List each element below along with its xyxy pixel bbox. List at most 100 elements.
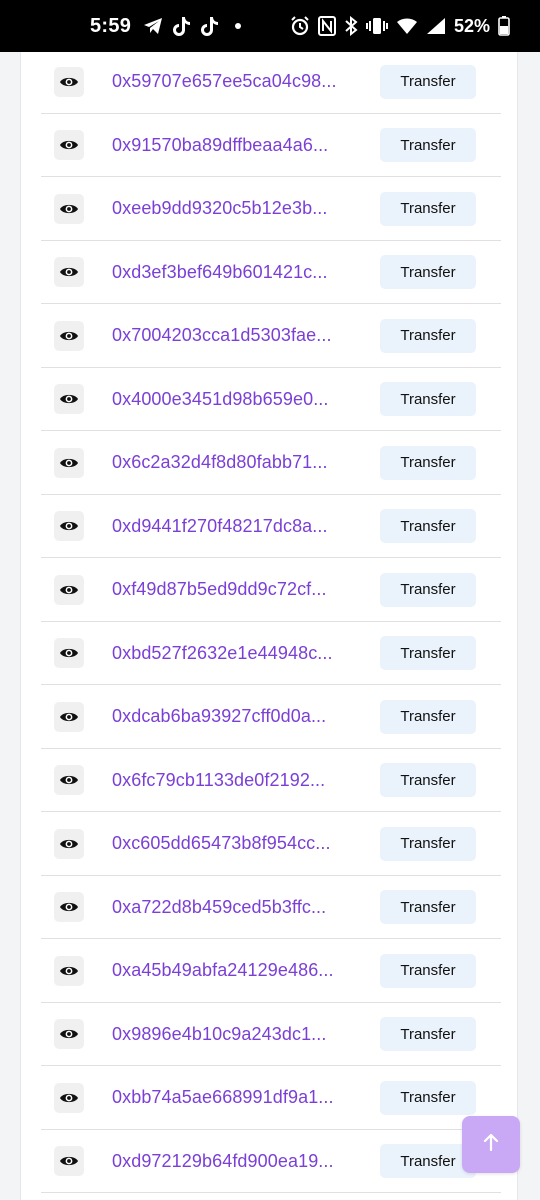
address-link[interactable]: 0xc605dd65473b8f954cc... <box>112 833 357 854</box>
list-item: 0xeeb9dd9320c5b12e3b... Transfer <box>41 178 501 241</box>
address-link[interactable]: 0xa722d8b459ced5b3ffc... <box>112 897 357 918</box>
transfer-button[interactable]: Transfer <box>380 953 476 988</box>
transfer-button[interactable]: Transfer <box>380 382 476 416</box>
transfer-button[interactable]: Transfer <box>380 509 476 543</box>
list-item: 0x4000e3451d98b659e0... Transfer <box>41 368 501 431</box>
view-button[interactable] <box>54 1082 84 1113</box>
list-item: 0xc605dd65473b8f954cc... Transfer <box>41 813 501 876</box>
address-link[interactable]: 0x59707e657ee5ca04c98... <box>112 71 357 92</box>
transfer-button[interactable]: Transfer <box>380 1080 476 1115</box>
transfer-button[interactable]: Transfer <box>380 636 476 670</box>
view-button[interactable] <box>54 257 84 287</box>
eye-icon <box>59 900 79 914</box>
list-item: 0x59707e657ee5ca04c98... Transfer <box>41 52 501 114</box>
view-button[interactable] <box>54 638 84 668</box>
eye-icon <box>59 583 79 597</box>
wifi-icon <box>396 17 418 35</box>
list-item: 0xd3ef3bef649b601421c... Transfer <box>41 241 501 304</box>
address-link[interactable]: 0xbb74a5ae668991df9a1... <box>112 1087 357 1108</box>
transfer-button[interactable]: Transfer <box>380 1017 476 1051</box>
transfer-button[interactable]: Transfer <box>380 445 476 480</box>
view-button[interactable] <box>54 511 84 541</box>
view-button[interactable] <box>54 130 84 160</box>
battery-percent: 52% <box>453 15 490 36</box>
list-item: 0xbd527f2632e1e44948c... Transfer <box>41 622 501 685</box>
address-link[interactable]: 0xa45b49abfa24129e486... <box>112 960 357 981</box>
transfer-button[interactable]: Transfer <box>380 64 476 99</box>
address-link[interactable]: 0xeeb9dd9320c5b12e3b... <box>112 198 357 219</box>
scroll-to-top-button[interactable] <box>462 1116 520 1173</box>
address-link[interactable]: 0xbd527f2632e1e44948c... <box>112 643 357 664</box>
address-link[interactable]: 0xdcab6ba93927cff0d0a... <box>112 706 357 727</box>
list-item: 0xdcab6ba93927cff0d0a... Transfer <box>41 686 501 749</box>
view-button[interactable] <box>54 384 84 414</box>
tiktok-icon <box>173 16 191 36</box>
eye-icon <box>59 964 79 978</box>
status-bar: 5:59 52% <box>0 0 540 52</box>
list-item: 0x91570ba89dffbeaa4a6... Transfer <box>41 114 501 177</box>
address-link[interactable]: 0x9896e4b10c9a243dc1... <box>112 1024 357 1045</box>
bluetooth-icon <box>344 16 358 36</box>
address-link[interactable]: 0x7004203cca1d5303fae... <box>112 325 357 346</box>
list-item: 0xa722d8b459ced5b3ffc... Transfer <box>41 876 501 939</box>
list-item: 0x6c2a32d4f8d80fabb71... Transfer <box>41 432 501 495</box>
eye-icon <box>59 837 79 851</box>
transfer-button[interactable]: Transfer <box>380 128 476 162</box>
view-button[interactable] <box>54 1146 84 1176</box>
transfer-button[interactable]: Transfer <box>380 255 476 289</box>
transfer-button[interactable]: Transfer <box>380 890 476 924</box>
eye-icon <box>59 646 79 660</box>
address-link[interactable]: 0x6fc79cb1133de0f2192... <box>112 770 357 791</box>
view-button[interactable] <box>54 701 84 732</box>
tiktok-icon <box>201 16 219 36</box>
alarm-icon <box>290 16 310 36</box>
address-link[interactable]: 0xd9441f270f48217dc8a... <box>112 516 357 537</box>
list-item: 0xf49d87b5ed9dd9c72cf... Transfer <box>41 559 501 622</box>
eye-icon <box>59 329 79 343</box>
view-button[interactable] <box>54 320 84 351</box>
view-button[interactable] <box>54 66 84 97</box>
view-button[interactable] <box>54 574 84 605</box>
eye-icon <box>59 1027 79 1041</box>
transfer-button[interactable]: Transfer <box>380 572 476 607</box>
vibrate-icon <box>365 16 388 36</box>
list-item: 0xd972129b64fd900ea19... Transfer <box>41 1130 501 1193</box>
list-item: 0xa45b49abfa24129e486... Transfer <box>41 940 501 1003</box>
view-button[interactable] <box>54 1019 84 1049</box>
transfer-button[interactable]: Transfer <box>380 763 476 797</box>
view-button[interactable] <box>54 892 84 922</box>
view-button[interactable] <box>54 828 84 859</box>
address-link[interactable]: 0xd3ef3bef649b601421c... <box>112 262 357 283</box>
list-item: 0xbb74a5ae668991df9a1... Transfer <box>41 1067 501 1130</box>
notification-dot-icon <box>235 23 242 29</box>
list-item: 0x7004203cca1d5303fae... Transfer <box>41 305 501 368</box>
address-link[interactable]: 0x4000e3451d98b659e0... <box>112 389 357 410</box>
eye-icon <box>59 265 79 279</box>
list-item: 0xd9441f270f48217dc8a... Transfer <box>41 495 501 558</box>
arrow-up-icon <box>483 1133 499 1156</box>
address-list-card: 0x59707e657ee5ca04c98... Transfer 0x91570b… <box>20 52 518 1200</box>
address-link[interactable]: 0x6c2a32d4f8d80fabb71... <box>112 452 357 473</box>
transfer-button[interactable]: Transfer <box>380 191 476 226</box>
eye-icon <box>59 202 79 216</box>
status-time: 5:59 <box>90 14 132 37</box>
eye-icon <box>59 1154 79 1168</box>
list-item: 0x9896e4b10c9a243dc1... Transfer <box>41 1003 501 1066</box>
view-button[interactable] <box>54 447 84 478</box>
transfer-button[interactable]: Transfer <box>380 826 476 861</box>
status-bar-left: 5:59 <box>90 0 242 52</box>
eye-icon <box>59 1091 79 1105</box>
address-link[interactable]: 0x91570ba89dffbeaa4a6... <box>112 135 357 156</box>
view-button[interactable] <box>54 193 84 224</box>
view-button[interactable] <box>54 955 84 986</box>
page-content: 0x59707e657ee5ca04c98... Transfer 0x91570b… <box>0 52 540 1200</box>
nfc-icon <box>317 16 336 36</box>
address-link[interactable]: 0xf49d87b5ed9dd9c72cf... <box>112 579 357 600</box>
list-item: 0x6fc79cb1133de0f2192... Transfer <box>41 749 501 812</box>
transfer-button[interactable]: Transfer <box>380 699 476 734</box>
eye-icon <box>59 75 79 89</box>
signal-icon <box>426 17 446 35</box>
transfer-button[interactable]: Transfer <box>380 318 476 353</box>
view-button[interactable] <box>54 765 84 795</box>
address-link[interactable]: 0xd972129b64fd900ea19... <box>112 1151 357 1172</box>
